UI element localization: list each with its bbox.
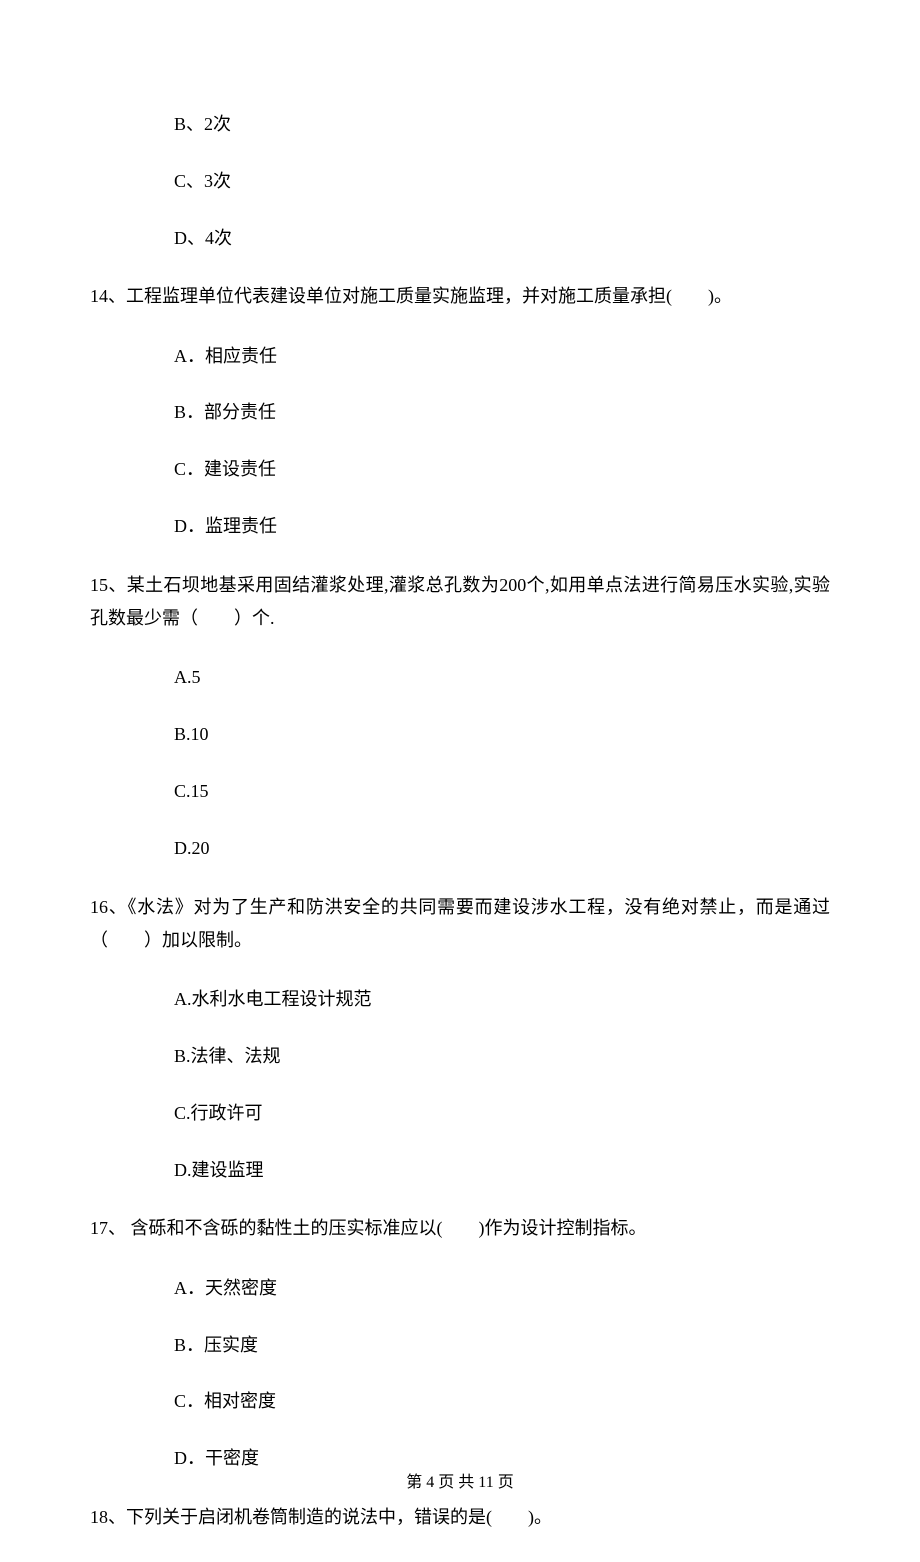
- q17-option-c: C．相对密度: [174, 1387, 830, 1416]
- page-footer: 第 4 页 共 11 页: [0, 1468, 920, 1492]
- q18-text: 18、下列关于启闭机卷筒制造的说法中，错误的是( )。: [90, 1501, 830, 1534]
- q14-option-c: C．建设责任: [174, 455, 830, 484]
- q16-option-c: C.行政许可: [174, 1099, 830, 1128]
- q15-option-c: C.15: [174, 777, 830, 806]
- q16-option-d: D.建设监理: [174, 1156, 830, 1185]
- q13-option-c: C、3次: [174, 167, 830, 196]
- q14-text: 14、工程监理单位代表建设单位对施工质量实施监理，并对施工质量承担( )。: [90, 280, 830, 313]
- q16-option-a: A.水利水电工程设计规范: [174, 985, 830, 1014]
- q13-option-d: D、4次: [174, 224, 830, 253]
- q14-option-a: A．相应责任: [174, 342, 830, 371]
- q16-text: 16、《水法》对为了生产和防洪安全的共同需要而建设涉水工程，没有绝对禁止，而是通…: [90, 891, 830, 958]
- q17-option-a: A．天然密度: [174, 1274, 830, 1303]
- document-page: B、2次 C、3次 D、4次 14、工程监理单位代表建设单位对施工质量实施监理，…: [0, 0, 920, 1534]
- q15-text: 15、某土石坝地基采用固结灌浆处理,灌浆总孔数为200个,如用单点法进行简易压水…: [90, 569, 830, 636]
- q14-option-d: D．监理责任: [174, 512, 830, 541]
- q15-option-a: A.5: [174, 663, 830, 692]
- q16-option-b: B.法律、法规: [174, 1042, 830, 1071]
- q13-option-b: B、2次: [174, 110, 830, 139]
- q14-option-b: B．部分责任: [174, 398, 830, 427]
- q17-text: 17、 含砾和不含砾的黏性土的压实标准应以( )作为设计控制指标。: [90, 1212, 830, 1245]
- q17-option-b: B．压实度: [174, 1331, 830, 1360]
- q15-option-d: D.20: [174, 834, 830, 863]
- q15-option-b: B.10: [174, 720, 830, 749]
